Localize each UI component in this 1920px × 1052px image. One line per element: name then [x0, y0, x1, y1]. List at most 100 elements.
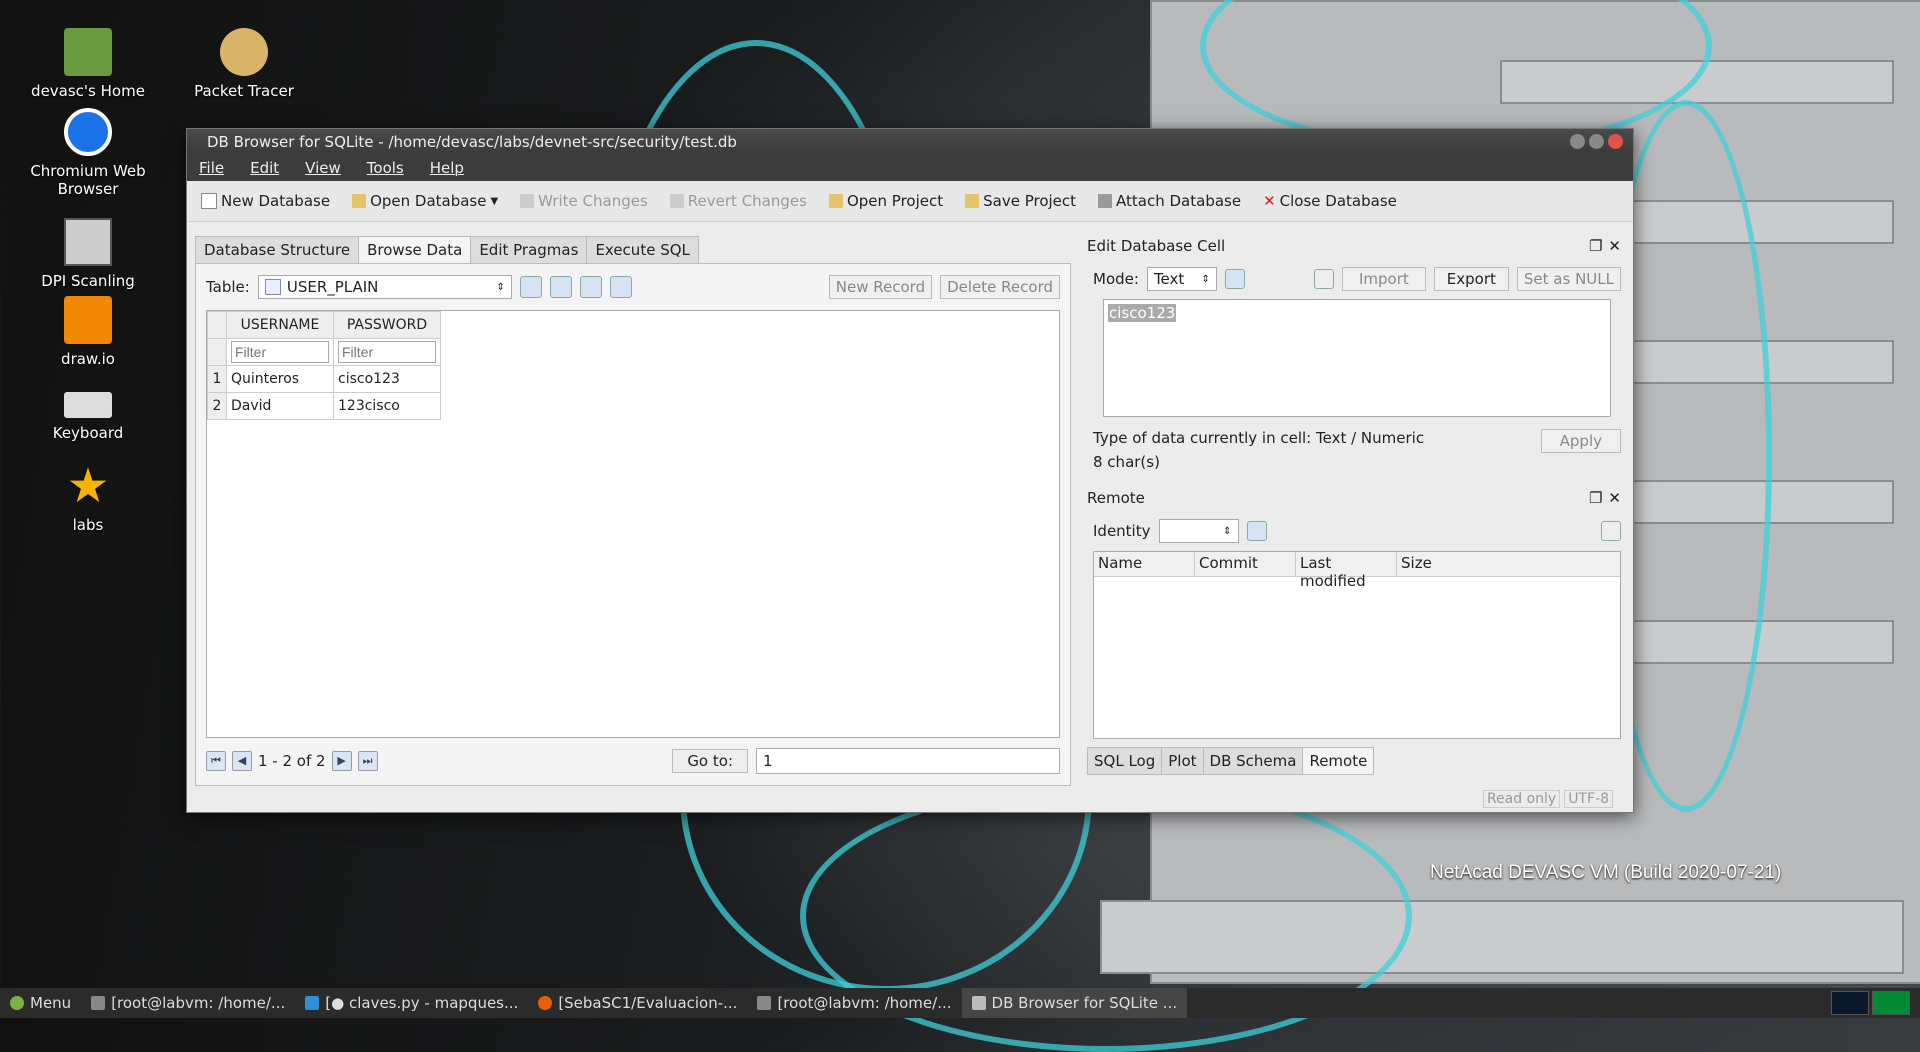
revert-changes-button[interactable]: Revert Changes	[669, 192, 807, 210]
write-changes-icon	[520, 194, 535, 208]
table-row[interactable]: 1 Quinteros cisco123	[207, 365, 441, 393]
write-changes-button[interactable]: Write Changes	[520, 192, 648, 210]
table-row[interactable]: 2 David 123cisco	[207, 392, 441, 420]
open-project-button[interactable]: Open Project	[828, 192, 943, 210]
corner-header[interactable]	[207, 311, 227, 339]
row-number[interactable]: 1	[207, 365, 227, 393]
column-header-commit[interactable]: Commit	[1195, 552, 1296, 576]
column-header-username[interactable]: USERNAME	[226, 311, 334, 339]
export-button[interactable]: Export	[1433, 267, 1509, 291]
desktop-icon-keyboard[interactable]: Keyboard	[18, 380, 158, 442]
menu-edit[interactable]: Edit	[250, 159, 279, 177]
system-monitor	[1831, 991, 1910, 1015]
cell-password[interactable]: cisco123	[333, 365, 441, 393]
taskbar-item-terminal-1[interactable]: [root@labvm: /home/...	[81, 988, 295, 1018]
delete-record-button[interactable]: Delete Record	[940, 275, 1060, 299]
column-header-size[interactable]: Size	[1397, 552, 1497, 576]
menu-file[interactable]: File	[199, 159, 224, 177]
close-icon[interactable]: ✕	[1608, 489, 1621, 507]
taskbar-item-db-browser[interactable]: DB Browser for SQLite ...	[961, 988, 1188, 1018]
menu-view[interactable]: View	[305, 159, 341, 177]
import-button[interactable]: Import	[1342, 267, 1426, 291]
last-record-icon[interactable]: ⏭	[357, 751, 378, 771]
set-null-button[interactable]: Set as NULL	[1516, 267, 1621, 291]
print-icon[interactable]	[609, 276, 632, 298]
cell-password[interactable]: 123cisco	[333, 392, 441, 420]
column-header-name[interactable]: Name	[1094, 552, 1195, 576]
mode-select[interactable]: Text ⇕	[1146, 267, 1217, 291]
open-project-icon	[828, 194, 843, 208]
attach-database-label: Attach Database	[1116, 192, 1242, 210]
clear-filters-icon[interactable]	[549, 276, 572, 298]
save-project-button[interactable]: Save Project	[965, 192, 1076, 210]
next-record-icon[interactable]: ▶	[331, 751, 352, 771]
table-select[interactable]: USER_PLAIN ⇕	[257, 275, 512, 299]
undock-icon[interactable]: ❐	[1589, 237, 1602, 255]
tab-db-schema[interactable]: DB Schema	[1202, 747, 1304, 775]
tab-execute-sql[interactable]: Execute SQL	[586, 236, 699, 263]
taskbar-item-label: [● claves.py - mapques...	[325, 994, 519, 1012]
first-record-icon[interactable]: ⏮	[206, 751, 226, 771]
desktop-icon-home[interactable]: devasc's Home	[18, 28, 158, 100]
remote-title: Remote	[1087, 489, 1145, 507]
desktop-icon-dpi-scaling[interactable]: DPI Scanling	[18, 218, 158, 290]
menu-help[interactable]: Help	[430, 159, 464, 177]
new-database-button[interactable]: New Database	[201, 192, 330, 210]
undock-icon[interactable]: ❐	[1589, 489, 1602, 507]
save-table-icon[interactable]	[579, 276, 602, 298]
tab-remote[interactable]: Remote	[1302, 747, 1375, 775]
goto-button[interactable]: Go to:	[672, 749, 748, 773]
identity-select[interactable]: ⇕	[1158, 519, 1239, 543]
desktop-icon-drawio[interactable]: draw.io	[18, 296, 158, 368]
password-filter-input[interactable]	[338, 341, 436, 363]
window-titlebar[interactable]: DB Browser for SQLite - /home/devasc/lab…	[187, 129, 1633, 155]
desktop-icon-chromium[interactable]: Chromium Web Browser	[18, 108, 158, 198]
maximize-button[interactable]	[1589, 134, 1604, 149]
table-select-value: USER_PLAIN	[286, 278, 379, 296]
push-icon[interactable]	[1601, 521, 1621, 541]
cell-editor[interactable]: cisco123	[1103, 299, 1611, 417]
tab-plot[interactable]: Plot	[1161, 747, 1204, 775]
refresh-icon[interactable]	[519, 276, 542, 298]
mode-value: Text	[1153, 270, 1185, 288]
tab-edit-pragmas[interactable]: Edit Pragmas	[470, 236, 588, 263]
start-menu-button[interactable]: Menu	[0, 988, 81, 1018]
minimize-button[interactable]	[1570, 134, 1585, 149]
column-header-password[interactable]: PASSWORD	[333, 311, 441, 339]
taskbar-item-terminal-2[interactable]: [root@labvm: /home/...	[747, 988, 961, 1018]
remote-file-list[interactable]: Name Commit Last modified Size	[1093, 551, 1621, 739]
packet-tracer-icon	[220, 28, 268, 76]
tab-browse-data[interactable]: Browse Data	[358, 236, 472, 263]
table-label: Table:	[206, 278, 250, 296]
close-database-button[interactable]: ✕ Close Database	[1263, 192, 1397, 210]
cell-username[interactable]: Quinteros	[226, 365, 334, 393]
new-record-button[interactable]: New Record	[828, 275, 933, 299]
filter-cell	[333, 338, 441, 366]
auto-switch-icon[interactable]	[1224, 269, 1245, 289]
prev-record-icon[interactable]: ◀	[232, 751, 252, 771]
close-window-button[interactable]	[1608, 134, 1623, 149]
goto-input[interactable]: 1	[756, 748, 1060, 774]
add-identity-icon[interactable]	[1246, 521, 1267, 541]
column-header-last-modified[interactable]: Last modified	[1296, 552, 1397, 590]
apply-button[interactable]: Apply	[1540, 429, 1621, 453]
desktop-icon-labs[interactable]: ★ labs	[18, 462, 158, 534]
taskbar-item-vscode[interactable]: [● claves.py - mapques...	[295, 988, 528, 1018]
drawio-icon	[64, 296, 112, 344]
row-number[interactable]: 2	[207, 392, 227, 420]
chevron-down-icon[interactable]: ▼	[490, 196, 498, 207]
edit-cell-title: Edit Database Cell	[1087, 237, 1226, 255]
username-filter-input[interactable]	[231, 341, 329, 363]
close-icon[interactable]: ✕	[1608, 237, 1621, 255]
word-wrap-icon[interactable]	[1314, 269, 1334, 289]
tab-database-structure[interactable]: Database Structure	[195, 236, 360, 263]
menu-tools[interactable]: Tools	[367, 159, 404, 177]
taskbar-item-firefox[interactable]: [SebaSC1/Evaluacion-...	[528, 988, 747, 1018]
desktop-icon-packet-tracer[interactable]: Packet Tracer	[174, 28, 314, 100]
tab-sql-log[interactable]: SQL Log	[1087, 747, 1163, 775]
keyboard-icon	[64, 392, 112, 418]
cell-username[interactable]: David	[226, 392, 334, 420]
identity-label: Identity	[1093, 522, 1151, 540]
open-database-button[interactable]: Open Database ▼	[352, 192, 498, 210]
attach-database-button[interactable]: Attach Database	[1098, 192, 1241, 210]
